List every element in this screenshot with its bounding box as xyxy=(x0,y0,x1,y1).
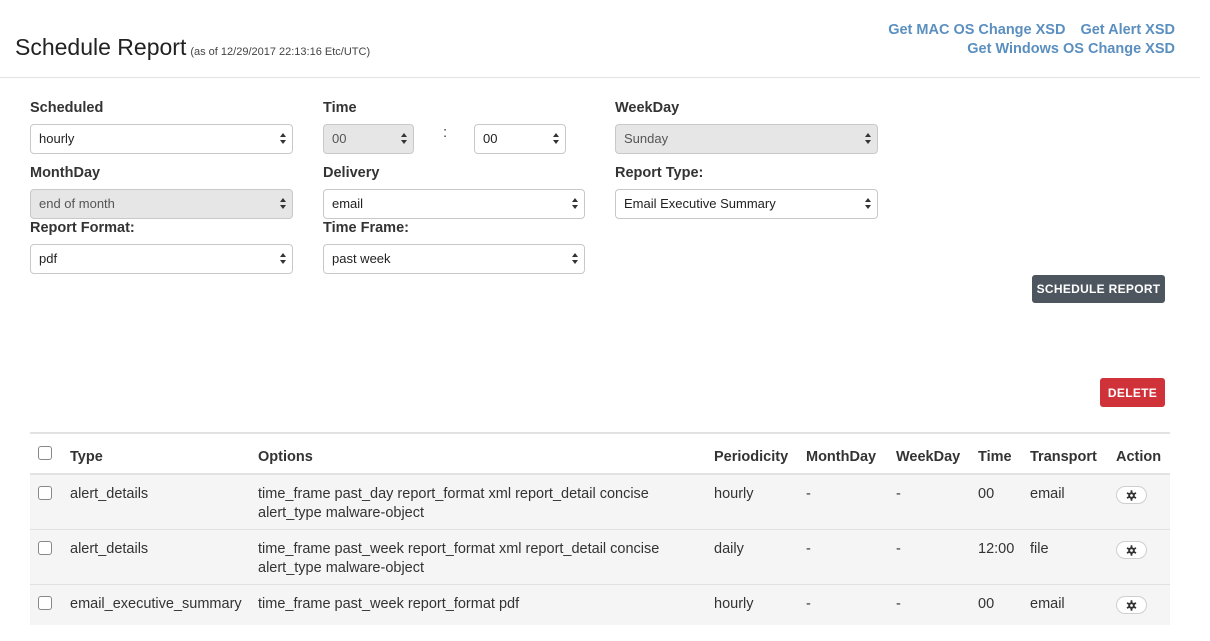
up-down-caret-icon xyxy=(572,196,579,212)
cell-weekday: - xyxy=(896,596,901,612)
col-header-time: Time xyxy=(978,449,1012,465)
page-subtitle: (as of 12/29/2017 22:13:16 Etc/UTC) xyxy=(190,46,371,58)
get-windows-os-change-xsd-link[interactable]: Get Windows OS Change XSD xyxy=(967,41,1175,57)
up-down-caret-icon xyxy=(280,251,287,267)
select-all-checkbox[interactable] xyxy=(38,446,52,460)
cell-transport: file xyxy=(1030,541,1049,557)
cell-periodicity: daily xyxy=(714,541,744,557)
cell-type: alert_details xyxy=(70,486,149,502)
page-title: Schedule Report (as of 12/29/2017 22:13:1… xyxy=(15,34,370,61)
col-header-type: Type xyxy=(70,449,103,465)
time-frame-label: Time Frame: xyxy=(323,220,409,236)
up-down-caret-icon xyxy=(401,131,408,147)
cell-options: time_frame past_week report_format xml r… xyxy=(258,541,660,576)
up-down-caret-icon xyxy=(865,131,872,147)
cell-time: 00 xyxy=(978,486,995,502)
table-header-row: Type Options Periodicity MonthDay WeekDa… xyxy=(30,434,1170,475)
gear-icon xyxy=(1126,545,1137,556)
row-action-button[interactable] xyxy=(1116,596,1147,614)
scheduled-value: hourly xyxy=(39,131,75,146)
schedule-report-button[interactable]: SCHEDULE REPORT xyxy=(1032,275,1165,303)
cell-time: 00 xyxy=(978,596,995,612)
table-row: email_executive_summary time_frame past_… xyxy=(30,585,1170,625)
row-checkbox[interactable] xyxy=(38,541,52,555)
weekday-select[interactable]: Sunday xyxy=(615,124,878,154)
report-format-value: pdf xyxy=(39,251,58,266)
cell-transport: email xyxy=(1030,486,1065,502)
report-format-select[interactable]: pdf xyxy=(30,244,293,274)
report-type-select[interactable]: Email Executive Summary xyxy=(615,189,878,219)
time-separator: : xyxy=(443,124,448,141)
monthday-value: end of month xyxy=(39,196,115,211)
monthday-label: MonthDay xyxy=(30,165,101,181)
col-header-periodicity: Periodicity xyxy=(714,449,789,465)
time-hour-value: 00 xyxy=(332,131,347,146)
cell-periodicity: hourly xyxy=(714,486,754,502)
table-row: alert_details time_frame past_week repor… xyxy=(30,530,1170,585)
cell-type: alert_details xyxy=(70,541,149,557)
page-header: Schedule Report (as of 12/29/2017 22:13:1… xyxy=(0,0,1200,78)
col-header-weekday: WeekDay xyxy=(896,449,961,465)
cell-monthday: - xyxy=(806,596,811,612)
time-hour-select[interactable]: 00 xyxy=(323,124,414,154)
cell-options: time_frame past_day report_format xml re… xyxy=(258,486,649,521)
col-header-action: Action xyxy=(1116,449,1162,465)
get-mac-os-change-xsd-link[interactable]: Get MAC OS Change XSD xyxy=(888,22,1065,38)
up-down-caret-icon xyxy=(865,196,872,212)
delivery-label: Delivery xyxy=(323,165,380,181)
cell-options: time_frame past_week report_format pdf xyxy=(258,596,520,612)
time-frame-select[interactable]: past week xyxy=(323,244,585,274)
row-action-button[interactable] xyxy=(1116,486,1147,504)
up-down-caret-icon xyxy=(280,131,287,147)
col-header-monthday: MonthDay xyxy=(806,449,877,465)
cell-type: email_executive_summary xyxy=(70,596,242,612)
report-type-value: Email Executive Summary xyxy=(624,196,776,211)
table-row: alert_details time_frame past_day report… xyxy=(30,475,1170,530)
report-type-label: Report Type: xyxy=(615,165,704,181)
up-down-caret-icon xyxy=(553,131,560,147)
cell-monthday: - xyxy=(806,541,811,557)
get-alert-xsd-link[interactable]: Get Alert XSD xyxy=(1080,22,1175,38)
time-frame-value: past week xyxy=(332,251,391,266)
weekday-label: WeekDay xyxy=(615,100,680,116)
gear-icon xyxy=(1126,600,1137,611)
scheduled-label: Scheduled xyxy=(30,100,104,116)
monthday-select[interactable]: end of month xyxy=(30,189,293,219)
time-minute-select[interactable]: 00 xyxy=(474,124,566,154)
up-down-caret-icon xyxy=(572,251,579,267)
scheduled-reports-table: Type Options Periodicity MonthDay WeekDa… xyxy=(30,432,1170,625)
cell-weekday: - xyxy=(896,541,901,557)
scheduled-select[interactable]: hourly xyxy=(30,124,293,154)
time-minute-value: 00 xyxy=(483,131,498,146)
col-header-options: Options xyxy=(258,449,313,465)
up-down-caret-icon xyxy=(280,196,287,212)
row-checkbox[interactable] xyxy=(38,596,52,610)
time-label: Time xyxy=(323,100,357,116)
weekday-value: Sunday xyxy=(624,131,669,146)
cell-monthday: - xyxy=(806,486,811,502)
delete-button[interactable]: DELETE xyxy=(1100,378,1165,407)
row-action-button[interactable] xyxy=(1116,541,1147,559)
report-format-label: Report Format: xyxy=(30,220,135,236)
cell-weekday: - xyxy=(896,486,901,502)
col-header-transport: Transport xyxy=(1030,449,1097,465)
xsd-links: Get MAC OS Change XSD Get Alert XSD Get W… xyxy=(873,20,1175,58)
delivery-select[interactable]: email xyxy=(323,189,585,219)
cell-transport: email xyxy=(1030,596,1065,612)
row-checkbox[interactable] xyxy=(38,486,52,500)
delivery-value: email xyxy=(332,196,364,211)
gear-icon xyxy=(1126,490,1137,501)
page-title-text: Schedule Report xyxy=(15,34,187,60)
cell-periodicity: hourly xyxy=(714,596,754,612)
cell-time: 12:00 xyxy=(978,541,1015,557)
